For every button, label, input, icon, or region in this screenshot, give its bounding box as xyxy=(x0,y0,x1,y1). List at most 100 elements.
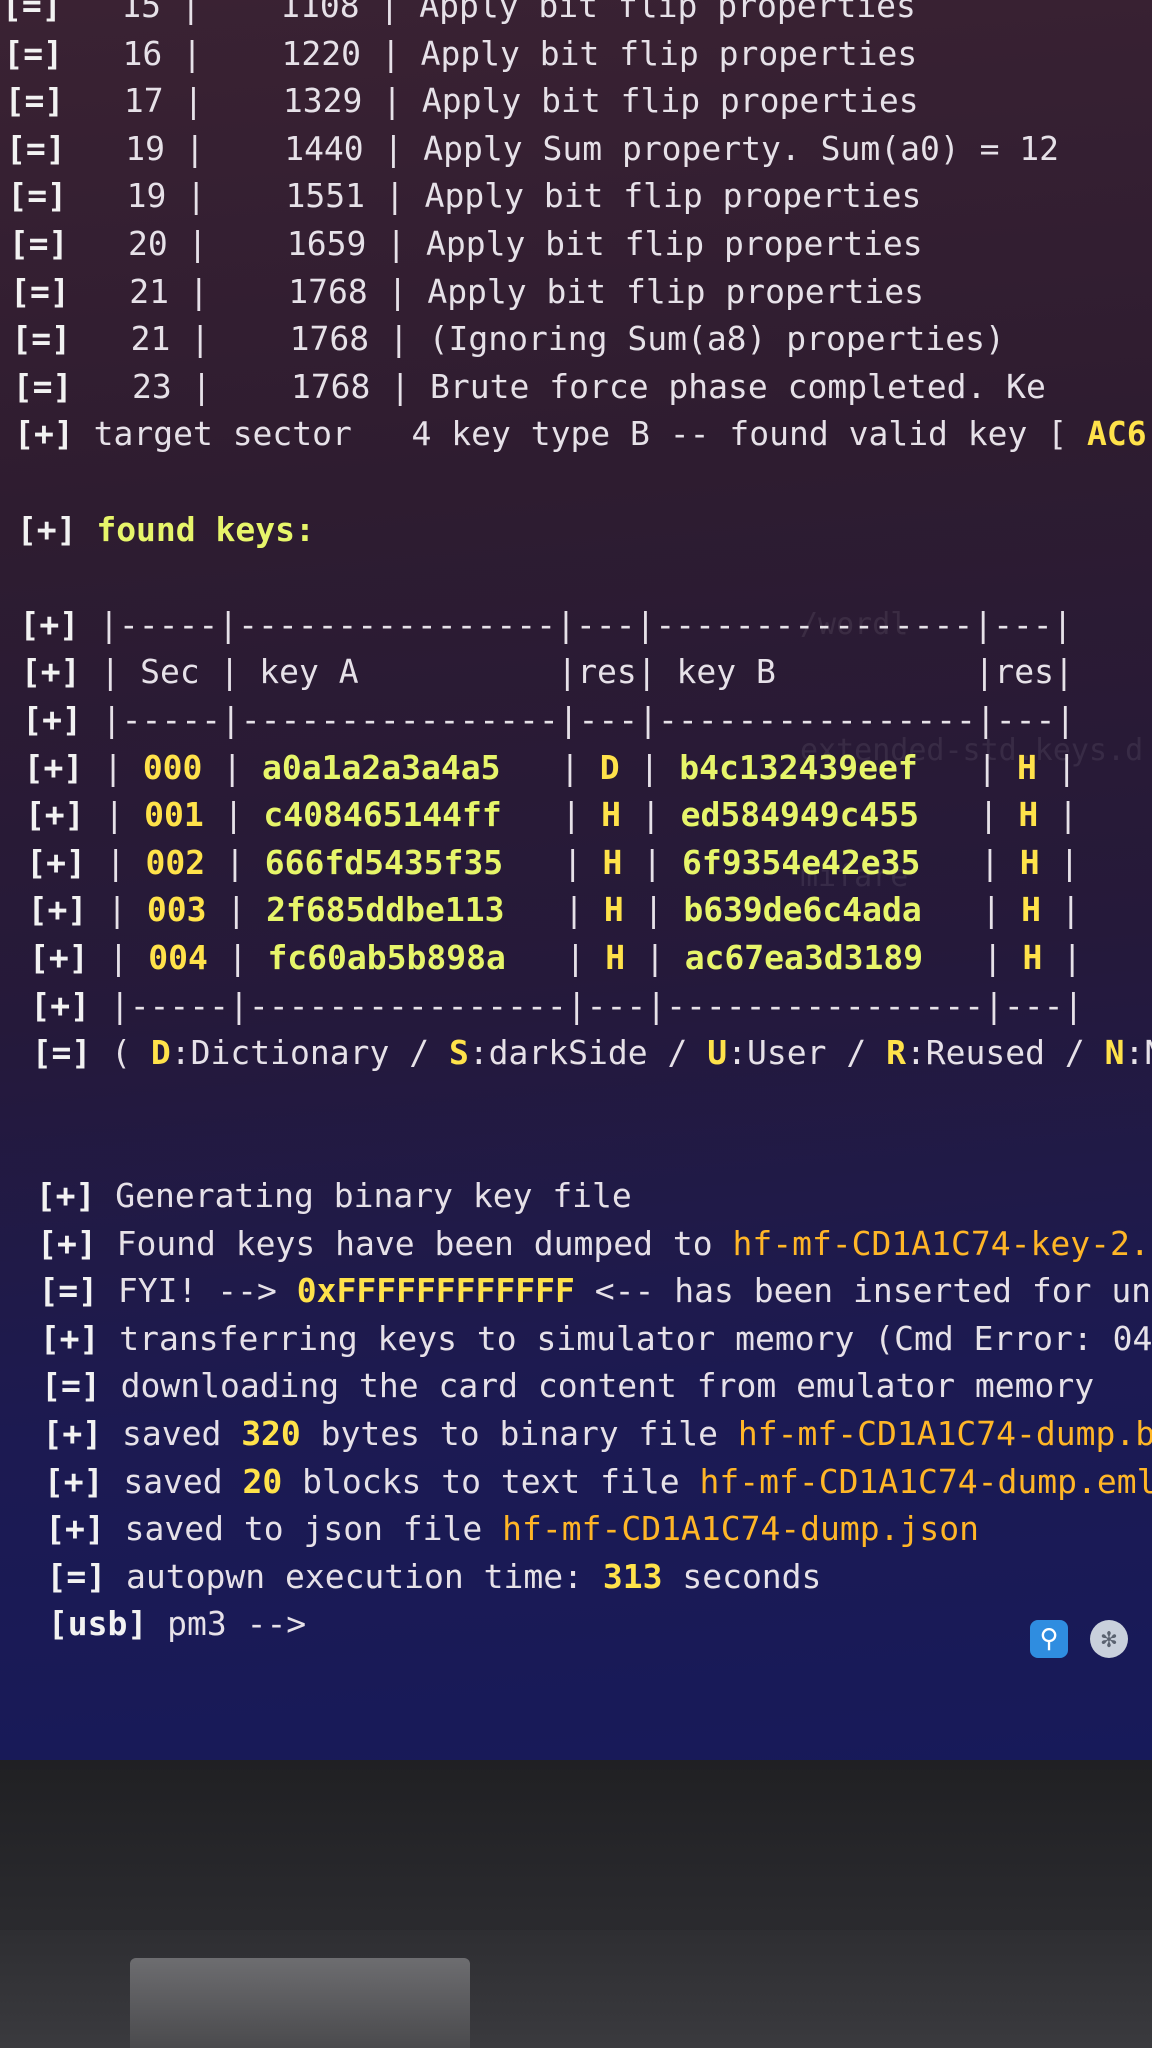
line-text: b4c132439eef xyxy=(679,747,918,787)
line-text: downloading the card content from emulat… xyxy=(100,1366,1095,1406)
line-prefix: [+] xyxy=(23,747,84,787)
line-text: 20 xyxy=(242,1461,283,1501)
line-text: | xyxy=(83,747,143,787)
line-text: | xyxy=(919,795,1019,835)
line-prefix: [=] xyxy=(10,271,70,311)
line-text: | xyxy=(920,842,1020,882)
line-text: R xyxy=(886,1033,906,1073)
line-prefix: [+] xyxy=(20,652,81,692)
line-text: | xyxy=(622,842,682,882)
line-text: | xyxy=(500,747,600,787)
search-icon[interactable]: ⚲ xyxy=(1030,1620,1068,1658)
line-text: H xyxy=(1019,842,1040,882)
line-text: | xyxy=(923,938,1023,977)
line-text: pm3 --> xyxy=(147,1604,307,1644)
line-text: found keys: xyxy=(76,509,315,549)
line-text: saved xyxy=(103,1461,243,1501)
line-text: | xyxy=(619,747,680,787)
terminal-line: [+] |-----|----------------|---|--------… xyxy=(30,986,1083,1030)
line-text: | xyxy=(84,795,145,835)
terminal-line: [=] downloading the card content from em… xyxy=(41,1366,1094,1410)
terminal-line: [=] 20 | 1659 | Apply bit flip propertie… xyxy=(9,224,923,268)
monitor-stand xyxy=(130,1958,470,2048)
line-prefix: [+] xyxy=(45,1509,105,1549)
terminal-line: [+] saved to json file hf-mf-CD1A1C74-du… xyxy=(45,1509,979,1553)
line-text: | xyxy=(921,890,1022,930)
line-prefix: [=] xyxy=(7,176,67,216)
line-text: :Dictionary / xyxy=(170,1033,449,1073)
line-text: 000 xyxy=(142,747,203,787)
line-text: | xyxy=(625,938,685,977)
line-text: hf-mf-CD1A1C74-key-2.bi xyxy=(732,1223,1152,1263)
line-text: H xyxy=(601,795,622,835)
line-text: 19 | 1551 | Apply bit flip properties xyxy=(67,176,922,216)
settings-icon[interactable]: ✻ xyxy=(1090,1620,1128,1658)
line-text: target sector 4 key type B -- found vali… xyxy=(73,414,1088,454)
line-text: 320 xyxy=(241,1414,301,1453)
line-text: :darkSide / xyxy=(468,1033,708,1073)
terminal-screen[interactable]: /wordl extended-std.keys.d mifare [=] 15… xyxy=(0,0,1152,1760)
terminal-line: [+] |-----|----------------|---|--------… xyxy=(20,605,1073,649)
terminal-line: [=] 21 | 1768 | Apply bit flip propertie… xyxy=(10,272,924,316)
terminal-line: [+] |-----|----------------|---|--------… xyxy=(22,700,1075,744)
line-prefix: [+] xyxy=(30,985,90,1025)
line-text: 23 | 1768 | Brute force phase completed.… xyxy=(72,366,1046,406)
line-text: | xyxy=(206,890,267,930)
line-text: H xyxy=(605,938,626,977)
line-text: 0xFFFFFFFFFFFF xyxy=(296,1271,575,1311)
line-prefix: [=] xyxy=(6,128,66,168)
line-text: 17 | 1329 | Apply bit flip properties xyxy=(64,81,919,121)
line-text: 003 xyxy=(146,890,207,930)
terminal-line: [+] saved 320 bytes to binary file hf-mf… xyxy=(43,1414,1152,1458)
line-text: 19 | 1440 | Apply Sum property. Sum(a0) … xyxy=(65,128,1060,168)
line-prefix: [+] xyxy=(19,604,80,644)
terminal-line: [=] 21 | 1768 | (Ignoring Sum(a8) proper… xyxy=(11,319,1004,363)
line-prefix: [=] xyxy=(2,0,62,25)
line-text: |-----|----------------|---|------------… xyxy=(89,985,1084,1025)
line-prefix: [+] xyxy=(14,414,74,454)
line-text: | xyxy=(203,795,264,835)
terminal-line: [+] | 000 | a0a1a2a3a4a5 | D | b4c132439… xyxy=(24,748,1077,792)
line-prefix: [=] xyxy=(11,319,72,359)
line-text: | xyxy=(87,890,147,930)
line-text: | xyxy=(501,795,602,835)
line-text: 001 xyxy=(144,795,204,835)
terminal-line: [=] ( D:Dictionary / S:darkSide / U:User… xyxy=(32,1033,1152,1077)
line-text: 666fd5435f35 xyxy=(264,842,504,882)
line-text: | xyxy=(623,890,684,930)
line-text: hf-mf-CD1A1C74-dump.eml xyxy=(699,1461,1152,1501)
line-prefix: [=] xyxy=(8,224,69,263)
line-text: | xyxy=(1036,747,1077,787)
line-text: 313 xyxy=(602,1556,663,1596)
line-text: 15 | 1108 | Apply bit flip properties xyxy=(61,0,916,25)
terminal-line: [+] | 001 | c408465144ff | H | ed584949c… xyxy=(25,795,1078,839)
line-text: b639de6c4ada xyxy=(683,890,922,930)
line-text: blocks to text file xyxy=(282,1461,700,1501)
line-prefix: [usb] xyxy=(47,1604,148,1644)
line-text: 004 xyxy=(148,938,208,977)
line-text: 002 xyxy=(145,842,206,882)
line-prefix: [+] xyxy=(26,842,86,882)
line-text: | xyxy=(205,842,265,882)
line-text: saved to json file xyxy=(104,1509,503,1549)
line-text: ed584949c455 xyxy=(680,795,920,835)
terminal-line: [+] Generating binary key file xyxy=(36,1176,632,1220)
line-prefix: [+] xyxy=(27,890,88,930)
line-text: AC6 xyxy=(1087,414,1147,454)
line-text: Found keys have been dumped to xyxy=(96,1223,733,1263)
line-text: a0a1a2a3a4a5 xyxy=(262,747,501,787)
line-text: saved xyxy=(102,1414,242,1453)
line-prefix: [+] xyxy=(24,795,85,835)
terminal-line: [=] 15 | 1108 | Apply bit flip propertie… xyxy=(2,0,916,30)
line-prefix: [=] xyxy=(4,81,65,121)
line-text: | xyxy=(917,747,1018,787)
line-text: FYI! --> xyxy=(98,1271,297,1311)
line-text: ac67ea3d3189 xyxy=(684,938,924,977)
terminal-line: [+] | 004 | fc60ab5b898a | H | ac67ea3d3… xyxy=(29,938,1082,982)
line-text: bytes to binary file xyxy=(300,1414,738,1453)
line-text: :Reused / xyxy=(905,1033,1105,1073)
line-text: fc60ab5b898a xyxy=(267,938,506,977)
terminal-line: [+] transferring keys to simulator memor… xyxy=(40,1319,1152,1363)
line-text: :Ne xyxy=(1124,1033,1152,1073)
terminal-line: [+] Found keys have been dumped to hf-mf… xyxy=(37,1224,1152,1268)
